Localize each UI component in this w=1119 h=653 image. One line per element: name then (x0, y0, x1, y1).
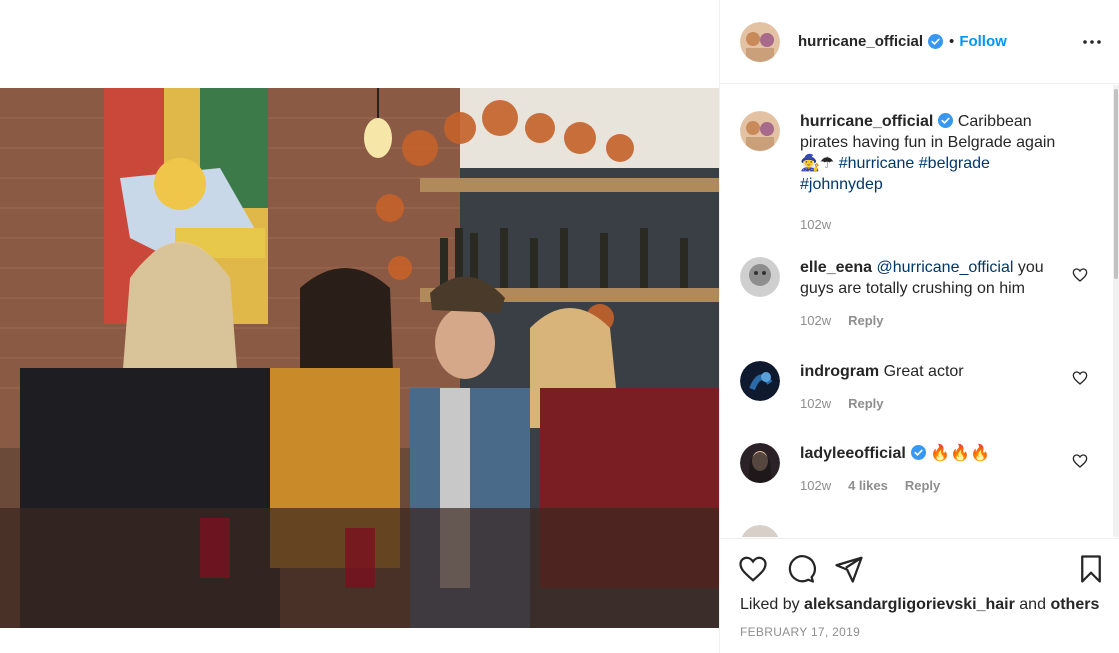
avatar-image (741, 525, 779, 537)
reply-button[interactable]: Reply (848, 313, 883, 328)
post-photo[interactable] (0, 88, 719, 628)
avatar[interactable] (740, 111, 780, 151)
reply-button[interactable]: Reply (905, 478, 940, 493)
comment-timestamp[interactable]: 102w (800, 396, 831, 411)
caption-text-block: hurricane_official Caribbean pirates hav… (800, 111, 1060, 195)
comment-body: ladyleeofficial 🔥🔥🔥 102w 4 likes Reply (800, 443, 1060, 493)
heart-icon[interactable] (1072, 453, 1088, 469)
separator-dot: • (949, 33, 955, 50)
bookmark-icon[interactable] (1076, 554, 1106, 584)
hashtag-link[interactable]: #belgrade (919, 155, 990, 172)
caption-emoji: 🧙‍♀️☂ (800, 155, 835, 172)
avatar[interactable] (740, 21, 780, 62)
caption-body: hurricane_official Caribbean pirates hav… (800, 111, 1060, 232)
post-details-panel: hurricane_official • Follow hurricane_of… (719, 0, 1119, 653)
comment-text-block: elle_eena @hurricane_official you guys a… (800, 257, 1060, 299)
comment-item: ladyleeofficial 🔥🔥🔥 102w 4 likes Reply (740, 443, 1080, 493)
comment-mention[interactable]: @hurricane_official (877, 259, 1014, 276)
comment-item (740, 525, 1080, 537)
hashtag-link[interactable]: #hurricane (839, 155, 915, 172)
comment-text-block: ladyleeofficial 🔥🔥🔥 (800, 443, 1060, 464)
comments-list[interactable]: hurricane_official Caribbean pirates hav… (720, 85, 1119, 537)
avatar-image (740, 361, 780, 401)
comment-item: indrogram Great actor 102w Reply (740, 361, 1080, 411)
comment-username[interactable]: ladyleeofficial (800, 445, 906, 462)
avatar-image (740, 257, 780, 297)
comment-meta: 102w 4 likes Reply (800, 478, 1060, 493)
hashtag-link[interactable]: #johnnydep (800, 176, 883, 193)
like-heart-icon[interactable] (738, 554, 768, 584)
caption-meta: 102w (800, 217, 1060, 232)
verified-badge-icon (928, 34, 944, 49)
comment-text: Great actor (883, 363, 964, 380)
share-icon[interactable] (834, 554, 864, 584)
avatar[interactable] (740, 361, 780, 401)
media-area (0, 0, 719, 653)
follow-button[interactable]: Follow (959, 33, 1007, 50)
heart-icon[interactable] (1072, 370, 1088, 386)
heart-icon[interactable] (1072, 267, 1088, 283)
liked-by-user[interactable]: aleksandargligorievski_hair (804, 596, 1015, 613)
liked-by-and: and (1019, 596, 1046, 613)
liked-by-summary: Liked by aleksandargligorievski_hair and… (740, 596, 1099, 614)
reply-button[interactable]: Reply (848, 396, 883, 411)
avatar[interactable] (740, 257, 780, 297)
liked-by-prefix: Liked by (740, 596, 800, 613)
comment-body: elle_eena @hurricane_official you guys a… (800, 257, 1060, 328)
comment-item: elle_eena @hurricane_official you guys a… (740, 257, 1080, 328)
comment-meta: 102w Reply (800, 313, 1060, 328)
comment-meta: 102w Reply (800, 396, 1060, 411)
post-photo-illustration (0, 88, 719, 628)
comments-scrollbar[interactable] (1113, 85, 1119, 537)
comment-likes[interactable]: 4 likes (848, 478, 888, 493)
scrollbar-thumb[interactable] (1114, 89, 1118, 279)
comment-icon[interactable] (786, 554, 816, 584)
post-actions: Liked by aleksandargligorievski_hair and… (720, 538, 1119, 653)
caption: hurricane_official Caribbean pirates hav… (740, 111, 1080, 232)
comment-timestamp[interactable]: 102w (800, 478, 831, 493)
verified-badge-icon (938, 113, 954, 128)
caption-timestamp[interactable]: 102w (800, 217, 831, 232)
caption-username[interactable]: hurricane_official (800, 113, 933, 130)
avatar-image (740, 443, 780, 483)
avatar[interactable] (740, 443, 780, 483)
comment-username[interactable]: elle_eena (800, 259, 872, 276)
liked-by-others[interactable]: others (1050, 596, 1099, 613)
comment-username[interactable]: indrogram (800, 363, 879, 380)
more-options-icon[interactable] (1080, 30, 1104, 54)
post-author-username[interactable]: hurricane_official (798, 33, 923, 50)
avatar[interactable] (740, 525, 780, 537)
comment-timestamp[interactable]: 102w (800, 313, 831, 328)
comment-text: 🔥🔥🔥 (930, 445, 991, 462)
avatar-image (740, 111, 780, 151)
comment-body: indrogram Great actor 102w Reply (800, 361, 1060, 411)
avatar-image (740, 21, 780, 62)
post-header: hurricane_official • Follow (720, 0, 1119, 84)
instagram-post-page: hurricane_official • Follow hurricane_of… (0, 0, 1119, 653)
verified-badge-icon (910, 445, 926, 460)
comment-text-block: indrogram Great actor (800, 361, 1060, 382)
post-date[interactable]: FEBRUARY 17, 2019 (740, 625, 860, 639)
